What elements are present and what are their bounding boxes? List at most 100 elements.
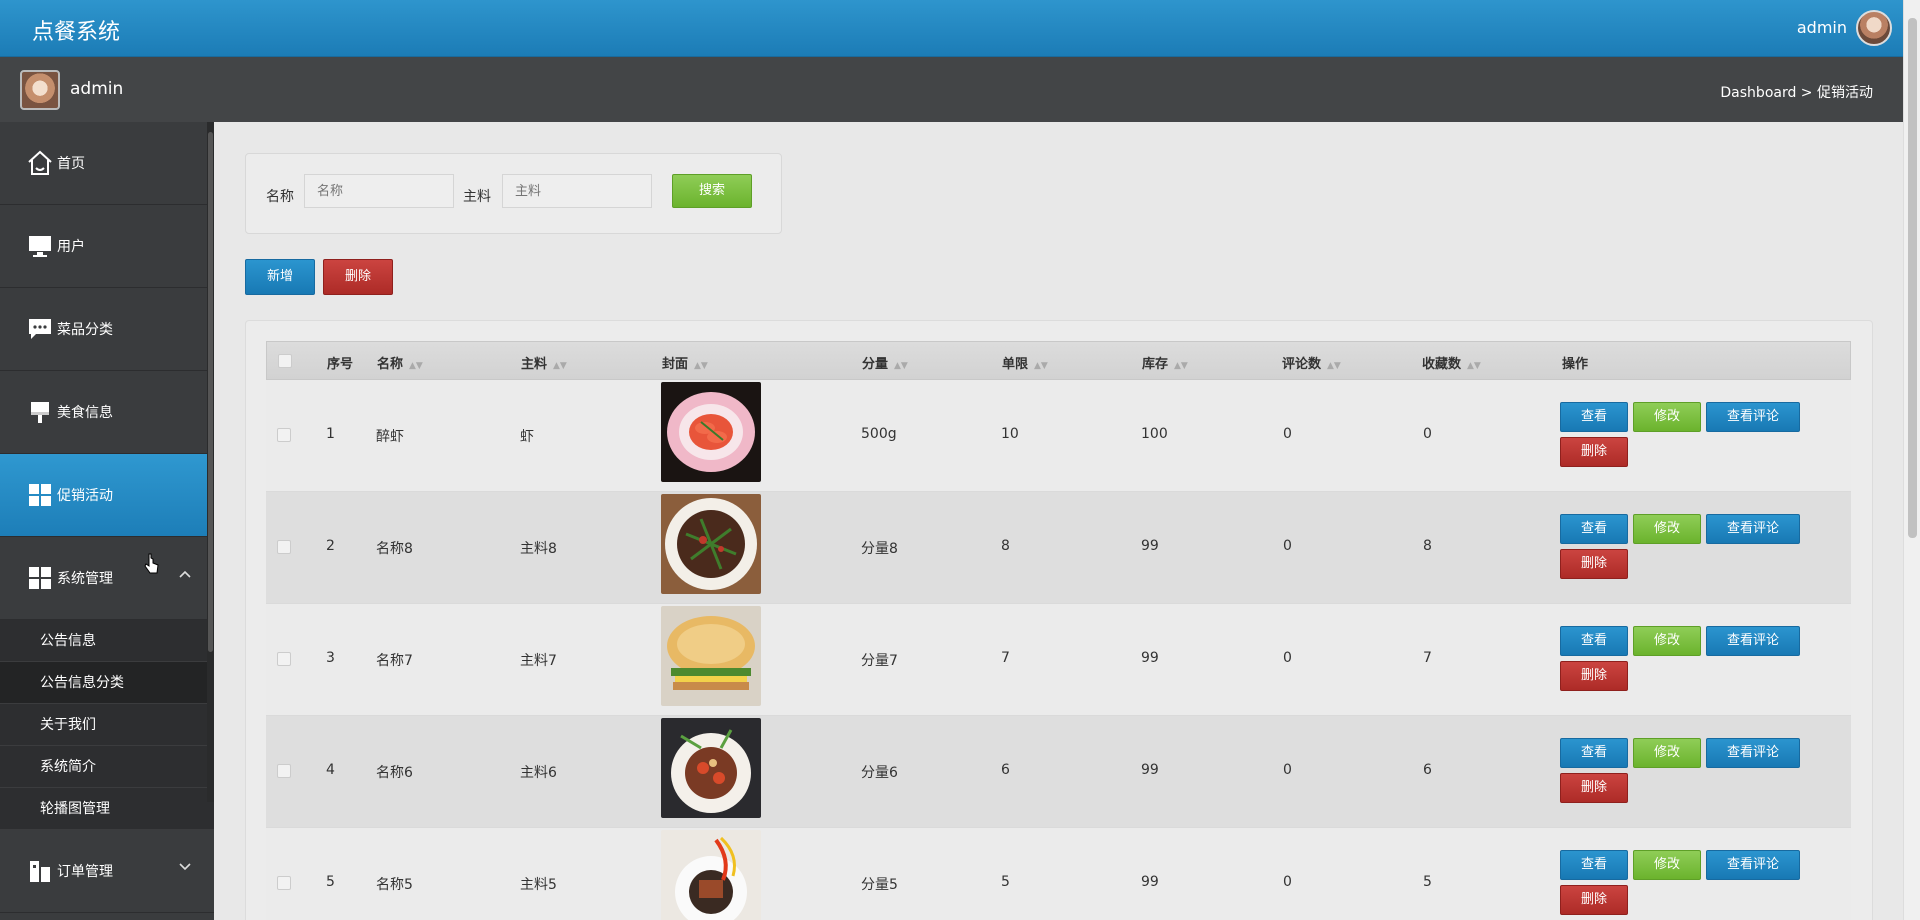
sidebar-item-promotions[interactable]: 促销活动 bbox=[0, 454, 214, 537]
submenu-item-carousel[interactable]: 轮播图管理 bbox=[0, 788, 214, 830]
main-content: 名称 主料 搜索 新增 删除 序号 名称▲▼ 主料▲▼ 封面▲▼ 分量▲▼ 单限… bbox=[214, 122, 1903, 920]
view-comments-button[interactable]: 查看评论 bbox=[1706, 626, 1800, 656]
view-button[interactable]: 查看 bbox=[1560, 402, 1628, 432]
row-checkbox[interactable] bbox=[277, 652, 291, 666]
mouse-cursor-icon bbox=[144, 553, 160, 579]
cell-comments: 0 bbox=[1283, 762, 1292, 778]
sort-icon[interactable]: ▲▼ bbox=[409, 361, 423, 371]
cell-portion: 分量8 bbox=[861, 541, 898, 557]
sidebar-item-home[interactable]: 首页 bbox=[0, 122, 214, 205]
row-delete-button[interactable]: 删除 bbox=[1560, 661, 1628, 691]
edit-button[interactable]: 修改 bbox=[1633, 626, 1701, 656]
brush-icon bbox=[25, 397, 55, 427]
sidebar-item-label: 订单管理 bbox=[57, 864, 113, 880]
sidebar-item-users[interactable]: 用户 bbox=[0, 205, 214, 288]
cell-favorites: 6 bbox=[1423, 762, 1432, 778]
header-ingredient[interactable]: 主料 ▲▼ bbox=[521, 353, 567, 372]
row-checkbox[interactable] bbox=[277, 540, 291, 554]
view-comments-button[interactable]: 查看评论 bbox=[1706, 738, 1800, 768]
cell-ingredient: 主料5 bbox=[520, 877, 557, 893]
breadcrumb: Dashboard > 促销活动 bbox=[1720, 85, 1873, 101]
view-button[interactable]: 查看 bbox=[1560, 626, 1628, 656]
table-header: 序号 名称 ▲▼ 主料 ▲▼ 封面 ▲▼ 分量 ▲▼ 单限 ▲▼ 库存 ▲▼ 评论数 ▲▼ 收… bbox=[266, 341, 1851, 380]
top-username[interactable]: admin bbox=[1797, 18, 1847, 37]
grid-icon bbox=[25, 480, 55, 510]
ingredient-search-input[interactable] bbox=[502, 174, 652, 208]
name-label: 名称 bbox=[266, 189, 294, 205]
sidebar-item-label: 首页 bbox=[57, 156, 85, 172]
sort-icon[interactable]: ▲▼ bbox=[1467, 361, 1481, 371]
system-submenu: 公告信息 公告信息分类 关于我们 系统简介 轮播图管理 bbox=[0, 620, 214, 830]
submenu-item-notice-category[interactable]: 公告信息分类 bbox=[0, 662, 214, 704]
data-table: 序号 名称 ▲▼ 主料 ▲▼ 封面 ▲▼ 分量 ▲▼ 单限 ▲▼ 库存 ▲▼ 评论数 ▲▼ 收… bbox=[266, 341, 1851, 920]
edit-button[interactable]: 修改 bbox=[1633, 514, 1701, 544]
sort-icon[interactable]: ▲▼ bbox=[553, 361, 567, 371]
cell-stock: 99 bbox=[1141, 538, 1159, 554]
sort-icon[interactable]: ▲▼ bbox=[1327, 361, 1341, 371]
header-favorites[interactable]: 收藏数 ▲▼ bbox=[1422, 353, 1481, 372]
view-button[interactable]: 查看 bbox=[1560, 738, 1628, 768]
cell-name: 名称6 bbox=[376, 765, 413, 781]
grid-icon bbox=[25, 563, 55, 593]
building-icon bbox=[25, 856, 55, 886]
header-stock[interactable]: 库存 ▲▼ bbox=[1142, 353, 1188, 372]
row-delete-button[interactable]: 删除 bbox=[1560, 773, 1628, 803]
table-row: 1 醉虾 虾 500g 10 100 0 0 查看 修改 查看评论 删除 bbox=[266, 380, 1851, 492]
row-delete-button[interactable]: 删除 bbox=[1560, 549, 1628, 579]
sort-icon[interactable]: ▲▼ bbox=[1174, 361, 1188, 371]
row-checkbox[interactable] bbox=[277, 764, 291, 778]
edit-button[interactable]: 修改 bbox=[1633, 850, 1701, 880]
header-limit[interactable]: 单限 ▲▼ bbox=[1002, 353, 1048, 372]
edit-button[interactable]: 修改 bbox=[1633, 738, 1701, 768]
table-row: 3 名称7 主料7 分量7 7 99 0 7 查看 修改 查看评论 删除 bbox=[266, 604, 1851, 716]
cell-comments: 0 bbox=[1283, 426, 1292, 442]
cell-limit: 8 bbox=[1001, 538, 1010, 554]
row-delete-button[interactable]: 删除 bbox=[1560, 885, 1628, 915]
cell-name: 名称7 bbox=[376, 653, 413, 669]
row-checkbox[interactable] bbox=[277, 876, 291, 890]
select-all-checkbox[interactable] bbox=[278, 354, 292, 368]
submenu-item-notice[interactable]: 公告信息 bbox=[0, 620, 214, 662]
sidebar-scrollbar[interactable] bbox=[207, 122, 214, 802]
cell-ingredient: 主料7 bbox=[520, 653, 557, 669]
cell-stock: 100 bbox=[1141, 426, 1168, 442]
top-avatar[interactable] bbox=[1856, 10, 1892, 46]
cell-name: 醉虾 bbox=[376, 429, 404, 445]
cover-image bbox=[661, 382, 761, 482]
cell-name: 名称8 bbox=[376, 541, 413, 557]
sort-icon[interactable]: ▲▼ bbox=[694, 361, 708, 371]
sidebar-item-food[interactable]: 美食信息 bbox=[0, 371, 214, 454]
cell-portion: 分量5 bbox=[861, 877, 898, 893]
sidebar-item-label: 菜品分类 bbox=[57, 322, 113, 338]
cell-limit: 10 bbox=[1001, 426, 1019, 442]
view-comments-button[interactable]: 查看评论 bbox=[1706, 402, 1800, 432]
submenu-item-about[interactable]: 关于我们 bbox=[0, 704, 214, 746]
user-bar: admin Dashboard > 促销活动 bbox=[0, 57, 1903, 122]
cover-image bbox=[661, 718, 761, 818]
cell-comments: 0 bbox=[1283, 650, 1292, 666]
add-button[interactable]: 新增 bbox=[245, 259, 315, 295]
row-delete-button[interactable]: 删除 bbox=[1560, 437, 1628, 467]
sort-icon[interactable]: ▲▼ bbox=[894, 361, 908, 371]
sidebar-username: admin bbox=[70, 79, 124, 99]
view-button[interactable]: 查看 bbox=[1560, 850, 1628, 880]
sidebar-item-system[interactable]: 系统管理 bbox=[0, 537, 214, 620]
search-button[interactable]: 搜索 bbox=[672, 174, 752, 208]
header-comments[interactable]: 评论数 ▲▼ bbox=[1282, 353, 1341, 372]
view-button[interactable]: 查看 bbox=[1560, 514, 1628, 544]
row-checkbox[interactable] bbox=[277, 428, 291, 442]
cell-index: 1 bbox=[326, 426, 335, 442]
view-comments-button[interactable]: 查看评论 bbox=[1706, 514, 1800, 544]
batch-delete-button[interactable]: 删除 bbox=[323, 259, 393, 295]
header-name[interactable]: 名称 ▲▼ bbox=[377, 353, 423, 372]
header-cover[interactable]: 封面 ▲▼ bbox=[662, 353, 708, 372]
page-scrollbar[interactable] bbox=[1903, 0, 1920, 920]
sidebar-item-categories[interactable]: 菜品分类 bbox=[0, 288, 214, 371]
sort-icon[interactable]: ▲▼ bbox=[1034, 361, 1048, 371]
sidebar-item-orders[interactable]: 订单管理 bbox=[0, 830, 214, 913]
name-search-input[interactable] bbox=[304, 174, 454, 208]
submenu-item-intro[interactable]: 系统简介 bbox=[0, 746, 214, 788]
header-portion[interactable]: 分量 ▲▼ bbox=[862, 353, 908, 372]
edit-button[interactable]: 修改 bbox=[1633, 402, 1701, 432]
view-comments-button[interactable]: 查看评论 bbox=[1706, 850, 1800, 880]
